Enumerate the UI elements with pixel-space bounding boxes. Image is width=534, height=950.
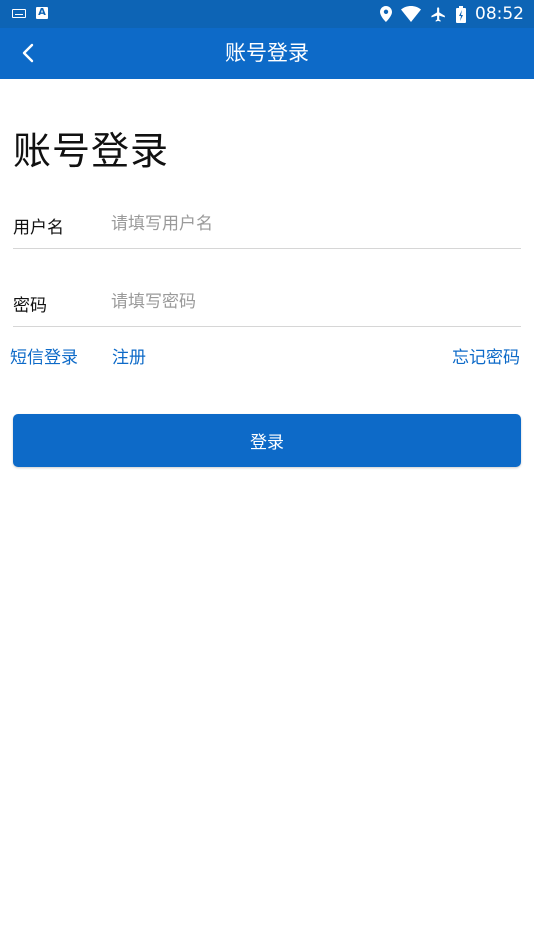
status-bar-right: 08:52 — [380, 3, 524, 25]
page-title: 账号登录 — [13, 129, 170, 173]
username-input[interactable] — [111, 207, 511, 241]
login-button[interactable]: 登录 — [13, 414, 521, 467]
location-icon — [380, 6, 392, 22]
a-notification-icon: A — [36, 7, 48, 19]
wifi-icon — [401, 6, 421, 22]
username-label: 用户名 — [13, 218, 64, 238]
airplane-icon — [431, 6, 445, 22]
battery-icon — [456, 5, 466, 23]
username-divider — [13, 248, 521, 249]
status-bar: A 08:52 — [0, 0, 534, 28]
password-row: 密码 — [13, 279, 521, 325]
username-row: 用户名 — [13, 201, 521, 247]
status-time: 08:52 — [475, 4, 524, 24]
app-bar: 账号登录 — [0, 28, 534, 79]
keyboard-icon — [12, 8, 26, 18]
password-label: 密码 — [13, 296, 47, 316]
back-button[interactable] — [14, 38, 44, 68]
status-bar-left: A — [12, 7, 48, 19]
register-link[interactable]: 注册 — [112, 343, 146, 368]
password-divider — [13, 326, 521, 327]
forgot-password-link[interactable]: 忘记密码 — [452, 343, 520, 368]
sms-login-link[interactable]: 短信登录 — [10, 343, 78, 368]
chevron-left-icon — [22, 43, 34, 63]
password-input[interactable] — [111, 285, 511, 319]
app-bar-title: 账号登录 — [225, 41, 309, 65]
